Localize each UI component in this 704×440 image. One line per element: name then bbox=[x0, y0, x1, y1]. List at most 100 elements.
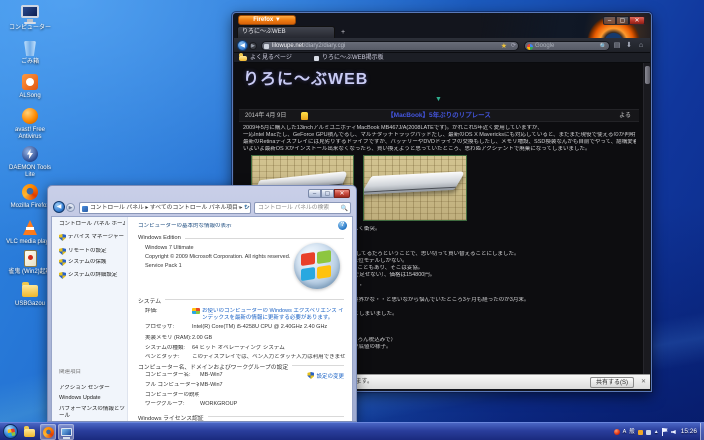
taskbar-explorer-button[interactable] bbox=[22, 424, 38, 440]
forward-button[interactable]: ▶ bbox=[66, 203, 75, 212]
desktop-icon-label: ごみ箱 bbox=[4, 59, 56, 66]
ime-kana-indicator[interactable]: 般 bbox=[629, 423, 635, 440]
back-button[interactable]: ◀ bbox=[237, 40, 248, 51]
blog-paragraph: 2009年5月に購入した13inchアルミユニボディMacBook MB467J… bbox=[243, 125, 636, 153]
refresh-icon[interactable]: ↻ bbox=[244, 203, 249, 213]
sidebar: コントロール パネル ホーム デバイス マネージャー リモートの設定 システムの… bbox=[52, 217, 128, 421]
start-button[interactable] bbox=[3, 424, 18, 439]
sidebar-item-action-center[interactable]: アクション センター bbox=[59, 385, 125, 392]
avast-tray-icon[interactable] bbox=[614, 429, 620, 435]
taskbar-system-button[interactable] bbox=[58, 424, 74, 440]
close-icon[interactable]: ✕ bbox=[641, 376, 646, 389]
desktop-icon-daemon-tools[interactable]: DAEMON Tools Lite bbox=[4, 144, 56, 179]
row-value: MB-Win7 bbox=[200, 372, 260, 379]
google-logo-icon bbox=[527, 44, 533, 50]
page-title: コンピューターの基本的な情報の表示 bbox=[138, 223, 332, 230]
url-bar[interactable]: lilowupe.net/diary2/diary.cgi ★ ⟳ bbox=[261, 41, 519, 51]
uac-shield-icon bbox=[59, 259, 66, 266]
breadcrumb[interactable]: コントロール パネル ▸ すべてのコントロール パネル項目 ▸ システム ▾ ↻ bbox=[79, 202, 251, 214]
new-tab-button[interactable]: + bbox=[337, 28, 349, 38]
scrollbar[interactable] bbox=[643, 63, 650, 374]
url-host: lilowupe.net bbox=[272, 43, 304, 49]
page-down-arrow[interactable]: ▼ bbox=[234, 96, 643, 103]
minimize-button[interactable]: – bbox=[603, 16, 616, 25]
show-desktop-button[interactable] bbox=[700, 423, 704, 440]
forward-button[interactable]: ▶ bbox=[249, 42, 257, 50]
edition-section-header: Windows Edition bbox=[138, 235, 185, 241]
search-input[interactable]: コントロール パネルの検索 🔍 bbox=[254, 202, 351, 214]
sidebar-item-system-protection[interactable]: システムの保護 bbox=[59, 259, 125, 266]
sidebar-item-performance[interactable]: パフォーマンスの情報とツール bbox=[59, 406, 125, 419]
chevron-down-icon[interactable]: ▾ bbox=[238, 203, 241, 213]
sidebar-item-advanced-settings[interactable]: システムの詳細設定 bbox=[59, 272, 125, 279]
computer-name-section-header: コンピューター名、ドメインおよびワークグループの設定 bbox=[138, 362, 292, 371]
close-button[interactable]: ✕ bbox=[629, 16, 645, 25]
wei-update-link[interactable]: お使いのコンピューターの Windows エクスペリエンス インデックスを最新の… bbox=[202, 308, 346, 322]
macbook-photo-right[interactable] bbox=[363, 155, 467, 221]
taskbar: A 般 ▲ 15:26 bbox=[0, 422, 704, 440]
desktop-icon-alsong[interactable]: ALSong bbox=[4, 72, 56, 100]
uac-shield-icon bbox=[59, 234, 66, 241]
search-placeholder: コントロール パネルの検索 bbox=[258, 205, 329, 211]
help-icon[interactable]: ? bbox=[338, 221, 347, 230]
desktop-icon-label: avast! Free Antivirus bbox=[4, 127, 56, 141]
window-caption-buttons: – ▢ ✕ bbox=[603, 16, 645, 25]
row-value: Intel(R) Core(TM) i5-4258U CPU @ 2.40GHz… bbox=[192, 324, 346, 331]
entry-time: よる bbox=[619, 110, 631, 122]
explorer-icon bbox=[24, 429, 35, 437]
browser-tab[interactable]: りろに〜ぶWEB bbox=[237, 26, 335, 38]
bookmark-star-icon[interactable]: ★ bbox=[501, 42, 507, 51]
row-value: 64 ビット オペレーティング システム bbox=[192, 345, 346, 352]
change-settings-link[interactable]: 設定の変更 bbox=[307, 372, 344, 380]
desktop-icon-computer[interactable]: コンピューター bbox=[4, 4, 56, 32]
download-icon[interactable]: ⬇ bbox=[624, 41, 634, 50]
ime-tool-icon[interactable] bbox=[638, 430, 643, 435]
laptop-shape bbox=[363, 171, 465, 194]
sidebar-item-home[interactable]: コントロール パネル ホーム bbox=[59, 221, 125, 228]
blog-entry-header: 2014年 4月 9日 【MacBook】5年ぶりのリプレース よる bbox=[239, 109, 639, 122]
row-label: ペンとタッチ: bbox=[145, 354, 191, 361]
desktop-icon-avast[interactable]: avast! Free Antivirus bbox=[4, 106, 56, 141]
desktop-icon-recycle-bin[interactable]: ごみ箱 bbox=[4, 38, 56, 66]
ime-mode-indicator[interactable]: A bbox=[623, 423, 627, 440]
sidebar-item-device-manager[interactable]: デバイス マネージャー bbox=[59, 234, 125, 241]
scrollbar-thumb[interactable] bbox=[645, 66, 650, 84]
sidebar-item-windows-update[interactable]: Windows Update bbox=[59, 395, 125, 402]
main-panel: ? コンピューターの基本的な情報の表示 Windows Edition Wind… bbox=[128, 217, 352, 421]
entry-title-link[interactable]: 【MacBook】5年ぶりのリプレース bbox=[239, 110, 639, 122]
maximize-button[interactable]: ▢ bbox=[616, 16, 629, 25]
system-icon bbox=[61, 428, 72, 436]
desktop-icon-label: コンピューター bbox=[4, 25, 56, 32]
minimize-button[interactable]: – bbox=[308, 189, 321, 198]
row-value: 2.00 GB bbox=[192, 335, 346, 342]
edition-line: Service Pack 1 bbox=[145, 263, 292, 270]
reload-icon[interactable]: ⟳ bbox=[511, 42, 516, 51]
volume-icon[interactable] bbox=[671, 429, 678, 436]
sidebar-item-remote-settings[interactable]: リモートの設定 bbox=[59, 248, 125, 255]
system-section-header: システム bbox=[138, 296, 165, 305]
share-button[interactable]: 共有する(S) bbox=[590, 377, 634, 388]
mahjong-icon bbox=[19, 248, 41, 268]
show-hidden-icons[interactable]: ▲ bbox=[654, 423, 659, 440]
firefox-icon bbox=[43, 427, 54, 438]
row-value: WORKGROUP bbox=[200, 401, 260, 408]
bookmark-item[interactable]: りろに〜ぶWEB掲示板 bbox=[322, 54, 384, 63]
related-items-header: 関連項目 bbox=[59, 369, 125, 376]
ime-options-icon[interactable] bbox=[646, 430, 651, 435]
clock[interactable]: 15:26 bbox=[681, 423, 697, 440]
taskbar-firefox-button[interactable] bbox=[40, 424, 56, 440]
back-button[interactable]: ◀ bbox=[53, 201, 65, 213]
maximize-button[interactable]: ▢ bbox=[321, 189, 334, 198]
row-value: MB-Win7 bbox=[200, 382, 260, 389]
window-caption-buttons: – ▢ ✕ bbox=[308, 189, 350, 198]
home-icon[interactable]: ⌂ bbox=[636, 41, 646, 50]
firefox-app-button[interactable]: Firefox ▼ bbox=[238, 15, 296, 25]
close-button[interactable]: ✕ bbox=[334, 189, 350, 198]
bookmarks-menu-icon[interactable]: ▤ bbox=[612, 41, 622, 50]
bookmarks-toolbar: よく見るページ りろに〜ぶWEB掲示板 bbox=[234, 53, 650, 63]
action-center-flag-icon[interactable] bbox=[662, 428, 668, 436]
bookmark-folder[interactable]: よく見るページ bbox=[250, 54, 292, 63]
row-label: プロセッサ: bbox=[145, 324, 191, 331]
desktop-icon-label: DAEMON Tools Lite bbox=[4, 165, 56, 179]
search-input[interactable]: Google 🔍 bbox=[524, 41, 610, 51]
